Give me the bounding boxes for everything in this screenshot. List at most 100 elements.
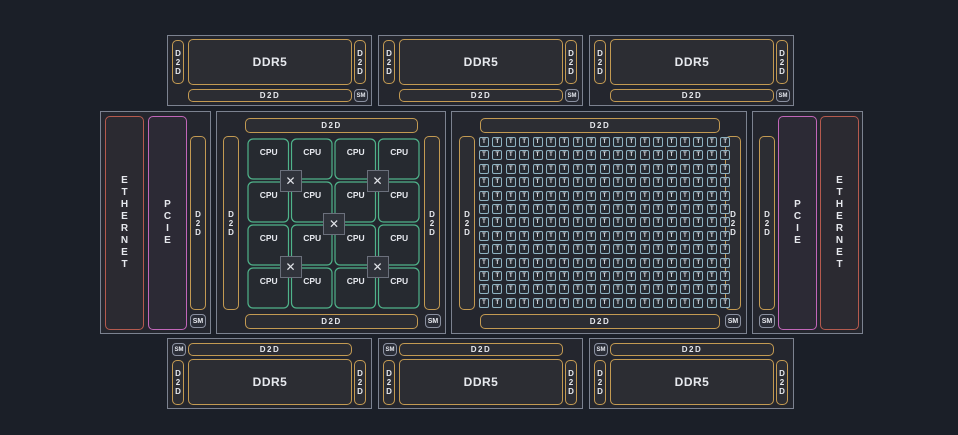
d2d-horizontal: D2D <box>610 343 774 356</box>
tensor-tile: T <box>479 257 489 268</box>
ddr-chiplet-top-3: D 2 D DDR5 D 2 D D2D SM <box>589 35 794 106</box>
tensor-tile: T <box>720 137 731 147</box>
d2d-label: D 2 D <box>568 48 574 76</box>
tensor-tile: T <box>532 190 543 201</box>
tensor-tile: T <box>613 230 623 241</box>
d2d-label: D2D <box>259 345 281 354</box>
cpu-core-label: CPU <box>346 147 365 157</box>
cpu-core-label: CPU <box>259 147 278 157</box>
d2d-vertical-right: D 2 D <box>354 360 366 405</box>
tensor-tile: T <box>720 177 731 188</box>
d2d-label: D 2 D <box>764 209 770 237</box>
cpu-core-label: CPU <box>346 190 365 200</box>
tensor-tile: T <box>505 163 516 174</box>
tensor-tile: T <box>519 284 530 295</box>
tensor-tile: T <box>519 271 530 281</box>
cpu-chiplet: D2D D2D D 2 DD 2 D SM CPU CPU CPU CPU CPU CPU CPU C… <box>216 111 446 334</box>
tensor-tile: T <box>613 284 623 295</box>
tensor-tile: T <box>639 230 650 241</box>
d2d-vertical-right: D 2 D <box>354 40 366 84</box>
tensor-tile: T <box>505 150 516 161</box>
tensor-tile: T <box>492 177 503 188</box>
tensor-tile: T <box>572 257 583 268</box>
tensor-tile: T <box>626 217 637 228</box>
sm-badge: SM <box>172 343 186 356</box>
tensor-tile: T <box>653 284 664 295</box>
tensor-tile: T <box>586 137 597 147</box>
tensor-tile: T <box>680 217 690 228</box>
tensor-tile: T <box>479 137 489 147</box>
tensor-tile: T <box>706 163 717 174</box>
d2d-label: D 2 D <box>386 369 392 396</box>
tile-chiplet: D2D D2D D 2 DD 2 D SM T T T T T T T T T T T T T T T T T T T T T T… <box>451 111 747 334</box>
tensor-tile: T <box>639 163 650 174</box>
tensor-tile: T <box>639 257 650 268</box>
tensor-tile: T <box>666 217 677 228</box>
tensor-tile: T <box>639 271 650 281</box>
tensor-tile: T <box>546 150 556 161</box>
tensor-tile: T <box>559 177 570 188</box>
interconnect-switch-icon: ✕ <box>366 256 389 278</box>
d2d-label: D 2 D <box>730 209 736 237</box>
tensor-tile: T <box>626 284 637 295</box>
d2d-vertical-left: D 2 D <box>459 136 475 310</box>
tensor-tile: T <box>666 177 677 188</box>
tensor-tile: T <box>653 271 664 281</box>
tensor-tile: T <box>706 244 717 255</box>
tensor-tile: T <box>706 204 717 214</box>
tensor-tile: T <box>720 190 731 201</box>
tensor-tile: T <box>559 284 570 295</box>
tensor-tile: T <box>653 163 664 174</box>
tensor-tile: T <box>546 190 556 201</box>
tensor-tile: T <box>479 230 489 241</box>
tensor-tile: T <box>599 137 610 147</box>
tensor-tile: T <box>546 297 556 308</box>
tensor-tile: T <box>680 257 690 268</box>
tensor-tile: T <box>653 150 664 161</box>
tensor-tile: T <box>680 204 690 214</box>
tensor-tile: T <box>613 190 623 201</box>
d2d-label: D2D <box>589 317 611 326</box>
tensor-tile: T <box>720 230 731 241</box>
tensor-tile: T <box>586 150 597 161</box>
tensor-tile: T <box>559 217 570 228</box>
tensor-tile: T <box>680 297 690 308</box>
cpu-core-label: CPU <box>259 233 278 243</box>
tensor-tile: T <box>505 204 516 214</box>
cpu-core-label: CPU <box>390 190 409 200</box>
d2d-label: D 2 D <box>597 48 603 76</box>
d2d-label: D 2 D <box>357 48 363 76</box>
tensor-tile: T <box>532 163 543 174</box>
tensor-tile: T <box>492 217 503 228</box>
tensor-tile: T <box>586 297 597 308</box>
tensor-tile: T <box>572 150 583 161</box>
d2d-label: D 2 D <box>597 369 603 396</box>
ddr-chiplet-bottom-2: SM D2D D 2 D DDR5 D 2 D <box>378 338 583 409</box>
tensor-tile: T <box>505 217 516 228</box>
tensor-tile: T <box>626 163 637 174</box>
ddr-chiplet-bottom-3: SM D2D D 2 D DDR5 D 2 D <box>589 338 794 409</box>
tensor-tile: T <box>479 217 489 228</box>
d2d-label: D 2 D <box>175 369 181 396</box>
tensor-tile: T <box>572 163 583 174</box>
tensor-tile: T <box>653 297 664 308</box>
tensor-tile: T <box>680 137 690 147</box>
tensor-tile: T <box>626 244 637 255</box>
tensor-tile: T <box>492 284 503 295</box>
cpu-core-label: CPU <box>303 190 322 200</box>
pcie-label: P C I E <box>163 199 172 246</box>
tensor-tile: T <box>680 163 690 174</box>
tensor-tile: T <box>666 230 677 241</box>
tensor-tile: T <box>653 230 664 241</box>
d2d-vertical-left: D 2 D <box>172 40 184 84</box>
tensor-tile: T <box>479 271 489 281</box>
tensor-tile: T <box>706 284 717 295</box>
interconnect-switch-icon: ✕ <box>323 213 345 235</box>
ethernet-label: E T H E R N E T <box>835 175 844 270</box>
tensor-tile: T <box>666 190 677 201</box>
tensor-tile: T <box>505 190 516 201</box>
ddr5-block: DDR5 <box>610 359 774 405</box>
tensor-tile: T <box>492 271 503 281</box>
tensor-tile: T <box>653 190 664 201</box>
d2d-vertical-left: D 2 D <box>594 360 606 405</box>
